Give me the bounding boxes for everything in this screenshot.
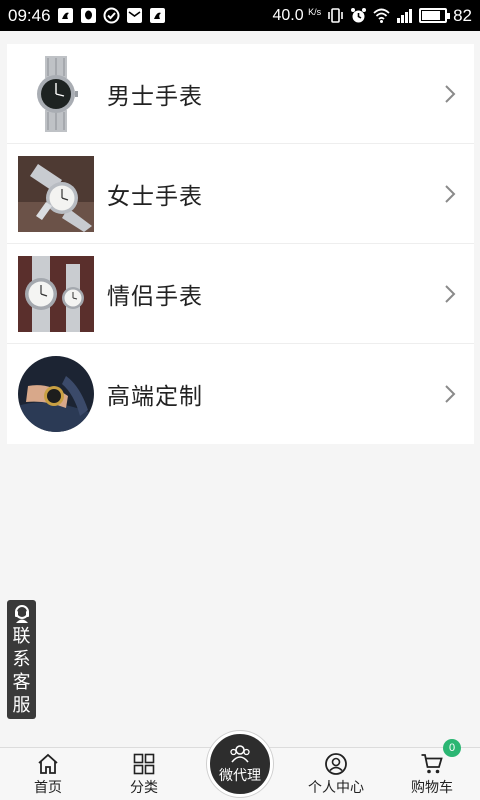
headset-icon: [14, 605, 29, 623]
battery-icon: [419, 8, 451, 23]
tab-home[interactable]: 首页: [0, 748, 96, 800]
mens-watch-image: [18, 55, 94, 132]
cart-count-badge: 0: [443, 739, 461, 757]
tab-agent[interactable]: 微代理: [207, 731, 273, 797]
vibrate-icon: [327, 7, 344, 24]
battery-level: 82: [453, 5, 472, 25]
check-circle-icon: [103, 7, 120, 24]
category-row-couple[interactable]: 情侣手表: [7, 244, 474, 344]
app-notification-icon: [57, 7, 74, 24]
grid-icon: [133, 753, 155, 775]
category-row-mens[interactable]: 男士手表: [7, 44, 474, 144]
status-time: 09:46: [8, 5, 51, 25]
tab-home-label: 首页: [34, 780, 62, 796]
network-speed: 40.0 K/s: [272, 6, 322, 24]
chevron-right-icon: [445, 85, 456, 103]
chevron-right-icon: [445, 185, 456, 203]
tab-profile-label: 个人中心: [308, 780, 364, 796]
home-icon: [38, 753, 58, 774]
cart-icon: [421, 754, 443, 774]
user-circle-icon: [325, 753, 347, 775]
tab-cart-label: 购物车: [411, 780, 453, 796]
category-label: 高端定制: [107, 384, 203, 410]
chevron-right-icon: [445, 285, 456, 303]
couple-watch-image: [18, 255, 94, 332]
category-label: 女士手表: [107, 183, 203, 210]
category-row-womens[interactable]: 女士手表: [7, 144, 474, 244]
users-icon: [230, 744, 250, 763]
tab-agent-label: 微代理: [219, 767, 261, 784]
womens-watch-image: [18, 155, 94, 232]
status-bar: 09:46 40.0 K/s 82: [0, 0, 480, 31]
contact-service-label: 联系客服: [12, 626, 31, 716]
wifi-icon: [373, 7, 390, 24]
qq-icon: [80, 7, 97, 24]
category-row-custom[interactable]: 高端定制: [7, 344, 474, 444]
app-notification-icon-2: [149, 7, 166, 24]
alarm-icon: [350, 7, 367, 24]
category-list: 男士手表 女士手表 情侣手表 高端定制: [7, 44, 474, 444]
tab-cart[interactable]: 购物车: [384, 748, 480, 800]
mail-icon: [126, 7, 143, 24]
chevron-right-icon: [445, 385, 456, 403]
tab-category-label: 分类: [130, 780, 158, 796]
category-label: 男士手表: [107, 83, 203, 110]
signal-icon: [396, 7, 413, 24]
tab-profile[interactable]: 个人中心: [288, 748, 384, 800]
contact-service-button[interactable]: 联系客服: [7, 600, 36, 719]
category-label: 情侣手表: [107, 283, 203, 310]
tab-category[interactable]: 分类: [96, 748, 192, 800]
custom-watch-image: [18, 356, 94, 432]
